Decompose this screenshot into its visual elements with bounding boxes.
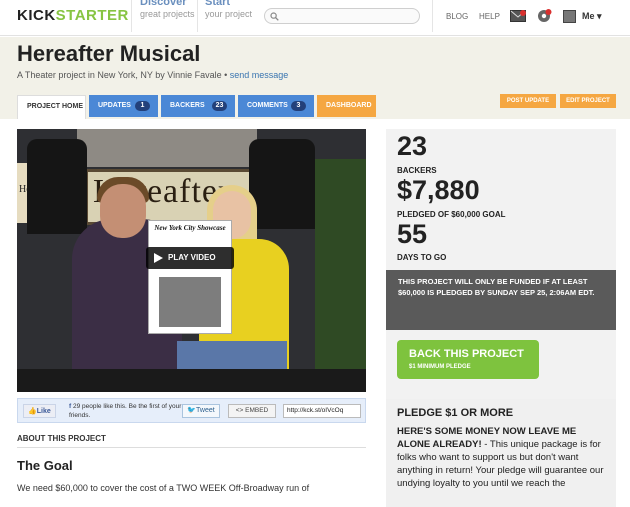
days-label: DAYS TO GO: [397, 253, 447, 262]
nav-divider: [131, 0, 132, 32]
nav-discover[interactable]: Discover great projects: [140, 0, 195, 19]
avatar[interactable]: [563, 10, 576, 23]
nav-discover-sub: great projects: [140, 9, 195, 19]
facebook-like-label: Like: [36, 408, 51, 415]
about-text: We need $60,000 to cover the cost of a T…: [17, 483, 310, 493]
share-bar: 👍Like f 29 people like this. Be the firs…: [17, 398, 366, 423]
back-this-project-label: BACK THIS PROJECT: [409, 348, 524, 360]
about-heading: ABOUT THIS PROJECT: [17, 434, 366, 448]
video-wall-photos: [77, 129, 257, 167]
funding-notice: THIS PROJECT WILL ONLY BE FUNDED IF AT L…: [386, 270, 616, 330]
embed-button[interactable]: <> EMBED: [228, 404, 276, 418]
play-video-button[interactable]: PLAY VIDEO: [146, 247, 234, 269]
kickstarter-logo[interactable]: KICKSTARTER: [17, 7, 129, 24]
pledged-label: PLEDGED OF $60,000 GOAL: [397, 210, 506, 219]
send-message-link[interactable]: send message: [230, 70, 289, 80]
pledge-title: PLEDGE $1 OR MORE: [397, 407, 514, 419]
chevron-down-icon: ▾: [597, 11, 602, 21]
pledged-amount: $7,880: [397, 175, 480, 205]
twitter-icon: 🐦: [187, 407, 197, 414]
pledge-description: HERE'S SOME MONEY NOW LEAVE ME ALONE ALR…: [397, 425, 609, 490]
tab-updates-label: UPDATES: [98, 102, 131, 109]
tweet-label: Tweet: [196, 407, 215, 414]
video-plant: [315, 159, 366, 392]
funding-notice-text: THIS PROJECT WILL ONLY BE FUNDED IF AT L…: [398, 277, 595, 297]
logo-text-left: KICK: [17, 7, 56, 24]
user-menu[interactable]: Me ▾: [582, 11, 602, 22]
user-menu-label: Me: [582, 11, 595, 21]
tab-backers-label: BACKERS: [170, 102, 205, 109]
days-count: 55: [397, 219, 428, 249]
video-poster-image: [159, 277, 221, 327]
tab-dashboard-label: DASHBOARD: [326, 102, 372, 109]
nav-start[interactable]: Start your project: [205, 0, 252, 19]
nav-blog-link[interactable]: BLOG: [446, 12, 468, 21]
search-input[interactable]: [264, 8, 420, 24]
nav-start-title: Start: [205, 0, 231, 8]
video-tshirt-right: [249, 139, 315, 229]
nav-divider: [432, 0, 433, 32]
tab-dashboard[interactable]: DASHBOARD: [317, 95, 376, 117]
project-subtitle: A Theater project in New York, NY by Vin…: [17, 70, 288, 80]
nav-discover-title: Discover: [140, 0, 187, 8]
tab-comments-label: COMMENTS: [247, 102, 288, 109]
tab-project-home-label: PROJECT HOME: [27, 103, 84, 110]
facebook-like-button[interactable]: 👍Like: [23, 404, 56, 418]
edit-project-button[interactable]: EDIT PROJECT: [560, 94, 616, 108]
facebook-icon: f: [69, 403, 72, 410]
facebook-like-count-text: 29 people like this. Be the first of you…: [69, 403, 182, 419]
logo-text-right: STARTER: [55, 7, 129, 24]
project-subtitle-text: A Theater project in New York, NY by Vin…: [17, 70, 230, 80]
backers-label: BACKERS: [397, 166, 437, 175]
play-icon: [154, 253, 163, 263]
tab-comments[interactable]: COMMENTS 3: [238, 95, 314, 117]
tab-backers[interactable]: BACKERS 23: [161, 95, 235, 117]
video-person-left-head: [100, 184, 146, 238]
short-url-field[interactable]: http://kck.st/oIVcOq: [283, 404, 361, 418]
gear-icon[interactable]: [536, 8, 552, 24]
page-title: Hereafter Musical: [17, 41, 201, 66]
post-update-button[interactable]: POST UPDATE: [500, 94, 556, 108]
mail-icon[interactable]: [510, 10, 526, 22]
video-tshirt-left: [27, 139, 87, 234]
tab-updates-count: 1: [135, 101, 150, 111]
video-chair: [17, 369, 366, 392]
search-icon: [270, 12, 279, 21]
back-this-project-button[interactable]: BACK THIS PROJECT $1 MINIMUM PLEDGE: [397, 340, 539, 379]
tab-comments-count: 3: [291, 101, 306, 111]
tweet-button[interactable]: 🐦Tweet: [182, 404, 220, 418]
facebook-like-count: f 29 people like this. Be the first of y…: [69, 402, 184, 420]
tab-updates[interactable]: UPDATES 1: [89, 95, 158, 117]
goal-heading: The Goal: [17, 458, 73, 473]
video-poster-title: New York City Showcase: [154, 224, 226, 232]
pledge-reward[interactable]: PLEDGE $1 OR MORE HERE'S SOME MONEY NOW …: [386, 399, 616, 507]
minimum-pledge-label: $1 MINIMUM PLEDGE: [409, 364, 471, 370]
backers-count: 23: [397, 131, 428, 161]
nav-divider: [197, 0, 198, 32]
top-nav: KICKSTARTER Discover great projects Star…: [0, 0, 630, 36]
project-video[interactable]: Hereafter Hereafter New York City Showca…: [17, 129, 366, 392]
nav-help-link[interactable]: HELP: [479, 12, 500, 21]
nav-start-sub: your project: [205, 9, 253, 19]
play-video-label: PLAY VIDEO: [168, 253, 216, 262]
tab-backers-count: 23: [212, 101, 227, 111]
thumbs-up-icon: 👍: [28, 408, 37, 415]
tab-project-home[interactable]: PROJECT HOME: [17, 95, 86, 119]
